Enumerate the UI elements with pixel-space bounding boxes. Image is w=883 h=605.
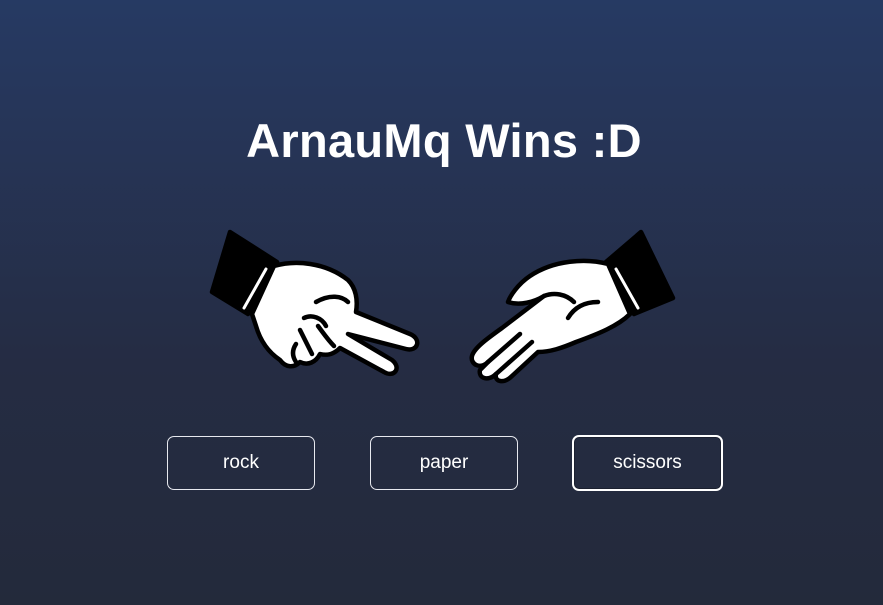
- paper-button[interactable]: paper: [370, 436, 518, 490]
- scissors-hand-icon: [209, 229, 420, 377]
- hands-display: [200, 222, 690, 392]
- rock-button[interactable]: rock: [167, 436, 315, 490]
- scissors-button[interactable]: scissors: [572, 435, 723, 491]
- result-title: ArnauMq Wins :D: [246, 114, 642, 167]
- move-buttons: rock paper scissors: [0, 435, 883, 492]
- paper-hand-icon: [469, 229, 676, 384]
